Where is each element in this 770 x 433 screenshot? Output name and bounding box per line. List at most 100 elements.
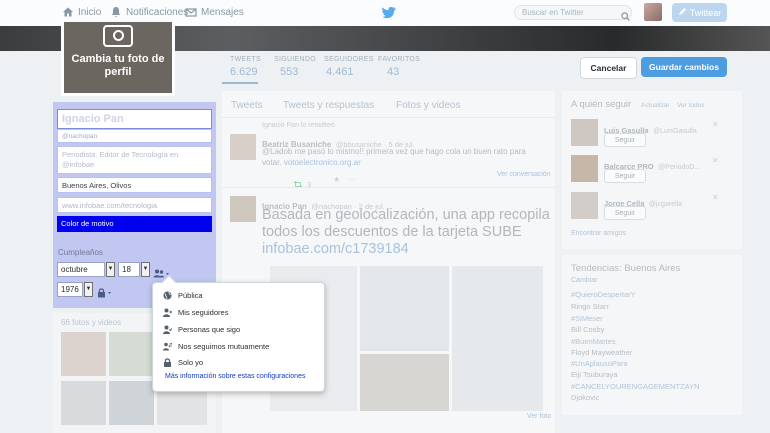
tab-tweets[interactable]: Tweets [231,100,263,111]
retweet-icon [293,175,303,193]
photo-thumbnail[interactable] [109,381,154,425]
twitter-bird-icon[interactable] [382,6,396,24]
tweet-text: @Ladob me pasó lo mismo!! primera vez qu… [262,146,547,168]
photo-thumbnail[interactable] [109,332,154,376]
photo-thumbnail[interactable] [61,381,106,425]
dismiss-icon[interactable]: ✕ [712,156,719,165]
nav-messages[interactable]: Mensajes [185,6,244,18]
trend-item[interactable]: Ringo Starr [571,302,609,311]
stat-favorites-label: FAVORITOS [378,56,421,63]
tweet-photo[interactable] [360,354,449,411]
trend-item[interactable]: Eiji Tsuburaya [571,370,618,379]
stat-followers-label: SEGUIDORES [324,56,374,63]
suggested-user-handle: @PeriodoD... [658,164,701,171]
suggested-user-avatar[interactable] [571,192,598,219]
month-dropdown-arrow-icon[interactable]: ▼ [106,262,115,277]
cancel-button[interactable]: Cancelar [580,57,637,79]
photo-thumbnail[interactable] [61,332,106,376]
tweet-text-large: Basada en geolocalización, una app recop… [262,207,552,258]
name-field[interactable]: Ignacio Pan [57,109,212,129]
stat-followers-value[interactable]: 4.461 [326,66,354,78]
tweet-avatar[interactable] [230,134,256,160]
handle-field: @nachopan [57,129,212,143]
trend-item[interactable]: #CANCELYOURENGAGEMENTZAYN [571,382,700,391]
birth-day-select[interactable]: 18 [118,262,140,277]
search-icon[interactable] [621,8,630,26]
day-dropdown-arrow-icon[interactable]: ▼ [141,262,150,277]
suggested-user-handle: @jcgarella [648,201,683,208]
lock-icon [163,358,172,367]
trend-item[interactable]: Floyd Mayweather [571,348,632,357]
visibility-option-following[interactable]: Personas que sigo [163,325,240,334]
trend-item[interactable]: Bill Cosby [571,325,604,334]
more-icon[interactable]: ··· [348,175,356,184]
tweet-button-label: Twittear [689,7,722,18]
avatar[interactable] [644,3,662,21]
birth-year-select[interactable]: 1976 [57,282,83,297]
stat-following-value[interactable]: 553 [280,66,298,78]
suggested-user-handle: @LuisGasulla [653,128,697,135]
search-input[interactable]: Buscar en Twitter [514,5,632,20]
view-conversation-link[interactable]: Ver conversación [497,171,551,178]
tweet-body: Basada en geolocalización, una app recop… [262,207,550,240]
bio-field[interactable]: Periodista. Editor de Tecnología en @inf… [57,146,212,174]
stat-favorites-value[interactable]: 43 [387,66,399,78]
save-changes-button[interactable]: Guardar cambios [641,57,727,77]
who-to-follow-title: A quién seguir [571,99,632,110]
tweet-link[interactable]: infobae.com/c1739184 [262,241,409,257]
camera-icon [103,25,133,47]
visibility-option-label: Solo yo [178,358,204,367]
visibility-option-public[interactable]: Pública [163,291,203,300]
photos-videos-link[interactable]: 66 fotos y videos [61,318,121,327]
nav-home[interactable]: Inicio [62,6,101,18]
tweet-avatar[interactable] [230,196,256,222]
refresh-link[interactable]: Actualizar [641,102,670,109]
dismiss-icon[interactable]: ✕ [712,193,719,202]
trends-title: Tendencias: Buenos Aires [571,263,681,274]
change-profile-photo-button[interactable]: Cambia tu foto de perfil [61,22,175,96]
trend-item[interactable]: #SiMeser [571,314,603,323]
tweet-photo[interactable] [452,266,543,411]
view-all-link[interactable]: Ver todos [677,102,704,109]
tweet-button[interactable]: Twittear [672,3,727,22]
visibility-option-mutual[interactable]: Nos seguimos mutuamente [163,342,269,351]
tweet-link[interactable]: votoelectronico.org.ar [284,158,361,167]
more-info-link[interactable]: Más información sobre estas configuracio… [165,373,305,380]
retweet-action[interactable]: 3 [293,175,311,193]
follow-button[interactable]: Seguir [604,206,646,220]
trend-item[interactable]: #UnAplausoPara [571,359,628,368]
find-friends-link[interactable]: Encontrar amigos [571,230,626,237]
visibility-option-followers[interactable]: Mis seguidores [163,308,228,317]
tweet-photo[interactable] [360,266,449,351]
stat-tweets-value[interactable]: 6.629 [230,66,258,78]
home-icon [62,6,74,18]
trend-item[interactable]: #QuieroDespertarY [571,290,636,299]
stat-following-label: SIGUIENDO [274,56,316,63]
nav-home-label: Inicio [78,6,102,18]
dismiss-icon[interactable]: ✕ [712,120,719,129]
followers-icon [163,308,172,317]
trend-item[interactable]: Djokovic [571,393,599,402]
location-field[interactable]: Buenos Aires, Olivos [57,177,212,193]
follow-button[interactable]: Seguir [604,169,646,183]
nav-notifications[interactable]: Notificaciones [110,6,188,18]
change-trends-link[interactable]: Cambiar [571,277,597,284]
trend-item[interactable]: #BuenMartes [571,337,616,346]
year-dropdown-arrow-icon[interactable]: ▼ [84,282,93,297]
envelope-icon [185,6,197,18]
suggested-user-avatar[interactable] [571,155,598,182]
tab-tweets-and-replies[interactable]: Tweets y respuestas [283,100,374,111]
favorite-icon[interactable]: ★ [333,175,340,184]
quill-icon [678,7,687,18]
lock-dropdown-icon[interactable] [97,285,113,303]
theme-color-button[interactable]: Color de motivo [57,216,212,232]
globe-icon [163,291,172,300]
follow-button[interactable]: Seguir [604,133,646,147]
visibility-option-only-me[interactable]: Solo yo [163,358,203,367]
website-field[interactable]: www.infobae.com/tecnologia [57,197,212,213]
tab-photos-videos[interactable]: Fotos y videos [396,100,460,111]
suggested-user-avatar[interactable] [571,119,598,146]
birth-month-select[interactable]: octubre [57,262,105,277]
birthday-label: Cumpleaños [58,248,103,257]
view-photo-link[interactable]: Ver foto [527,413,551,420]
